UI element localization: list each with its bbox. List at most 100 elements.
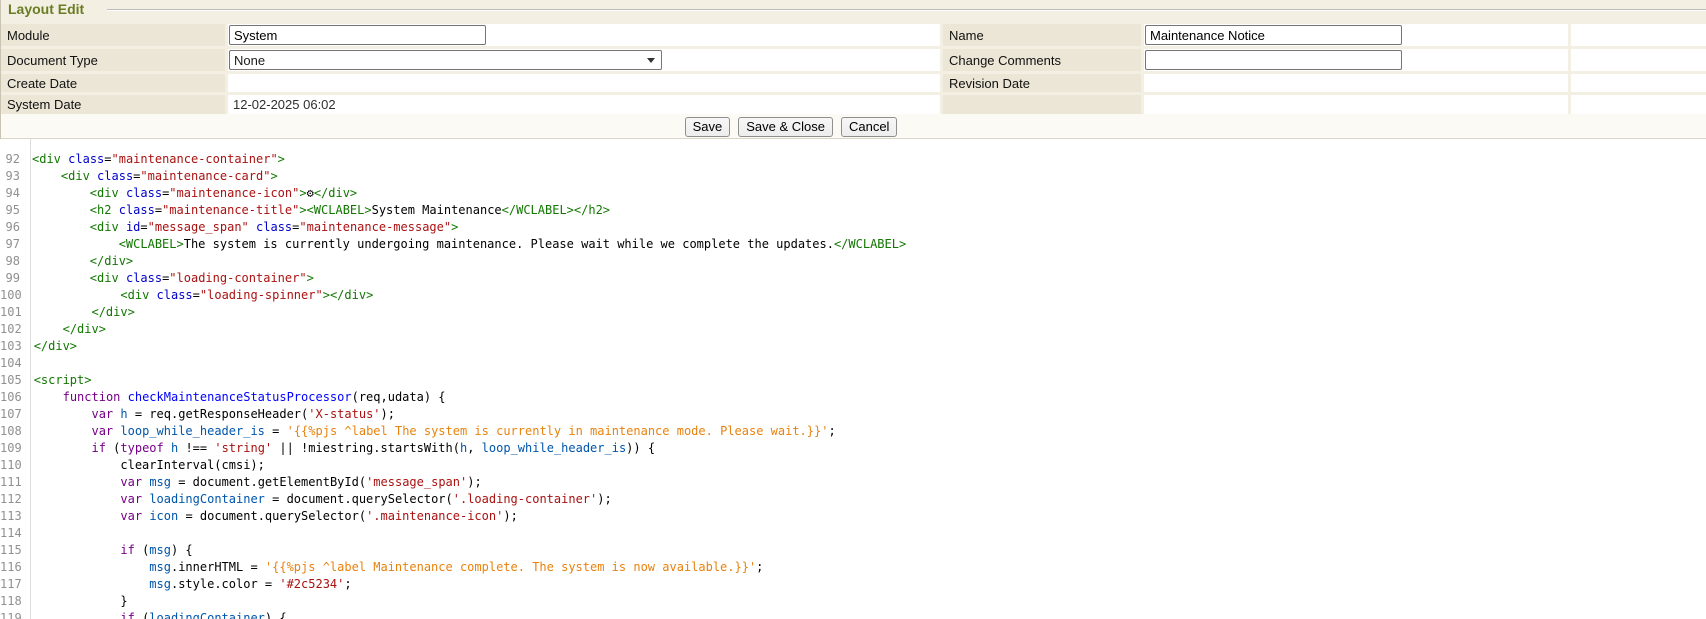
fieldset-rule [107,9,1706,10]
document-type-select[interactable]: None [229,50,662,70]
spacer-cell [1571,49,1706,71]
system-date-label: System Date [1,95,225,114]
line-number: 101 [0,304,27,321]
line-number: 93 [0,168,25,185]
line-number: 99 [0,270,25,287]
spacer-cell [1571,74,1706,92]
code-line[interactable]: 114 [0,525,1706,542]
line-number: 108 [0,423,27,440]
code-text: var loadingContainer = document.querySel… [27,491,612,508]
code-text: } [27,593,128,610]
line-number: 114 [0,525,27,542]
line-number: 119 [0,610,27,619]
form-grid: Module Name Document Type None Change Co… [1,24,1706,114]
code-line[interactable]: 116 msg.innerHTML = '{{%pjs ^label Maint… [0,559,1706,576]
save-button[interactable]: Save [685,117,731,137]
code-text: <WCLABEL>The system is currently undergo… [25,236,906,253]
code-line[interactable]: 110 clearInterval(cmsi); [0,457,1706,474]
module-label: Module [1,24,225,46]
document-type-label: Document Type [1,49,225,71]
line-number: 92 [0,151,25,168]
code-line[interactable]: 100 <div class="loading-spinner"></div> [0,287,1706,304]
code-text: if (typeof h !== 'string' || !miestring.… [27,440,655,457]
button-band: Save Save & Close Cancel [1,114,1706,139]
code-line[interactable]: 119 if (loadingContainer) { [0,610,1706,619]
button-row: Save Save & Close Cancel [1,114,1581,139]
code-text: var icon = document.querySelector('.main… [27,508,518,525]
change-comments-input[interactable] [1145,50,1402,70]
code-text: <div class="loading-spinner"></div> [27,287,374,304]
code-line[interactable]: 92<div class="maintenance-container"> [0,151,1706,168]
save-and-close-button[interactable]: Save & Close [738,117,833,137]
code-text: msg.innerHTML = '{{%pjs ^label Maintenan… [27,559,764,576]
line-number: 117 [0,576,27,593]
line-number: 109 [0,440,27,457]
code-line[interactable]: 97 <WCLABEL>The system is currently unde… [0,236,1706,253]
spacer-cell [1571,24,1706,46]
code-text: </div> [25,253,133,270]
code-text: </div> [27,338,77,355]
page-title: Layout Edit [8,1,84,17]
code-text: <div class="maintenance-container"> [25,151,285,168]
code-editor[interactable]: 92<div class="maintenance-container">93 … [0,139,1706,619]
code-line[interactable]: 99 <div class="loading-container"> [0,270,1706,287]
code-line[interactable]: 117 msg.style.color = '#2c5234'; [0,576,1706,593]
name-label: Name [943,24,1141,46]
code-line[interactable]: 106 function checkMaintenanceStatusProce… [0,389,1706,406]
module-value-cell [228,24,940,46]
code-text: function checkMaintenanceStatusProcessor… [27,389,446,406]
code-line[interactable]: 101 </div> [0,304,1706,321]
line-number: 96 [0,219,25,236]
code-line[interactable]: 105<script> [0,372,1706,389]
chevron-down-icon [647,58,655,63]
code-text: </div> [27,321,106,338]
create-date-value [228,74,940,92]
code-line[interactable]: 103</div> [0,338,1706,355]
line-number: 94 [0,185,25,202]
empty-label-cell [943,95,1141,114]
system-date-value: 12-02-2025 06:02 [228,95,940,114]
code-text: <script> [27,372,92,389]
code-line[interactable]: 98 </div> [0,253,1706,270]
code-line[interactable]: 111 var msg = document.getElementById('m… [0,474,1706,491]
line-number: 107 [0,406,27,423]
code-line[interactable]: 102 </div> [0,321,1706,338]
change-comments-label: Change Comments [943,49,1141,71]
code-line[interactable]: 108 var loop_while_header_is = '{{%pjs ^… [0,423,1706,440]
line-number: 112 [0,491,27,508]
line-number: 102 [0,321,27,338]
code-line[interactable]: 109 if (typeof h !== 'string' || !miestr… [0,440,1706,457]
code-text: if (msg) { [27,542,193,559]
code-text: <div class="maintenance-card"> [25,168,278,185]
fieldset-legend-band: Layout Edit [1,0,1706,24]
system-date-text: 12-02-2025 06:02 [228,97,336,112]
module-input[interactable] [229,25,486,45]
line-number: 98 [0,253,25,270]
code-line[interactable]: 113 var icon = document.querySelector('.… [0,508,1706,525]
empty-value-cell [1144,95,1568,114]
code-text: </div> [27,304,135,321]
code-line[interactable]: 118 } [0,593,1706,610]
code-text: if (loadingContainer) { [27,610,287,619]
layout-edit-panel: Layout Edit Module Name Document Type No… [0,0,1706,139]
line-number: 116 [0,559,27,576]
name-input[interactable] [1145,25,1402,45]
document-type-value-cell: None [228,49,940,71]
code-text: msg.style.color = '#2c5234'; [27,576,352,593]
code-line[interactable]: 115 if (msg) { [0,542,1706,559]
code-line[interactable]: 107 var h = req.getResponseHeader('X-sta… [0,406,1706,423]
code-text: <h2 class="maintenance-title"><WCLABEL>S… [25,202,610,219]
code-line[interactable]: 93 <div class="maintenance-card"> [0,168,1706,185]
code-text: clearInterval(cmsi); [27,457,265,474]
code-line[interactable]: 112 var loadingContainer = document.quer… [0,491,1706,508]
code-line[interactable]: 104 [0,355,1706,372]
code-line[interactable]: 94 <div class="maintenance-icon">⚙</div> [0,185,1706,202]
code-text: <div id="message_span" class="maintenanc… [25,219,458,236]
code-line[interactable]: 95 <h2 class="maintenance-title"><WCLABE… [0,202,1706,219]
code-text: var h = req.getResponseHeader('X-status'… [27,406,395,423]
cancel-button[interactable]: Cancel [841,117,897,137]
code-text: var loop_while_header_is = '{{%pjs ^labe… [27,423,836,440]
code-line[interactable]: 96 <div id="message_span" class="mainten… [0,219,1706,236]
gutter-separator [30,139,31,619]
line-number: 97 [0,236,25,253]
